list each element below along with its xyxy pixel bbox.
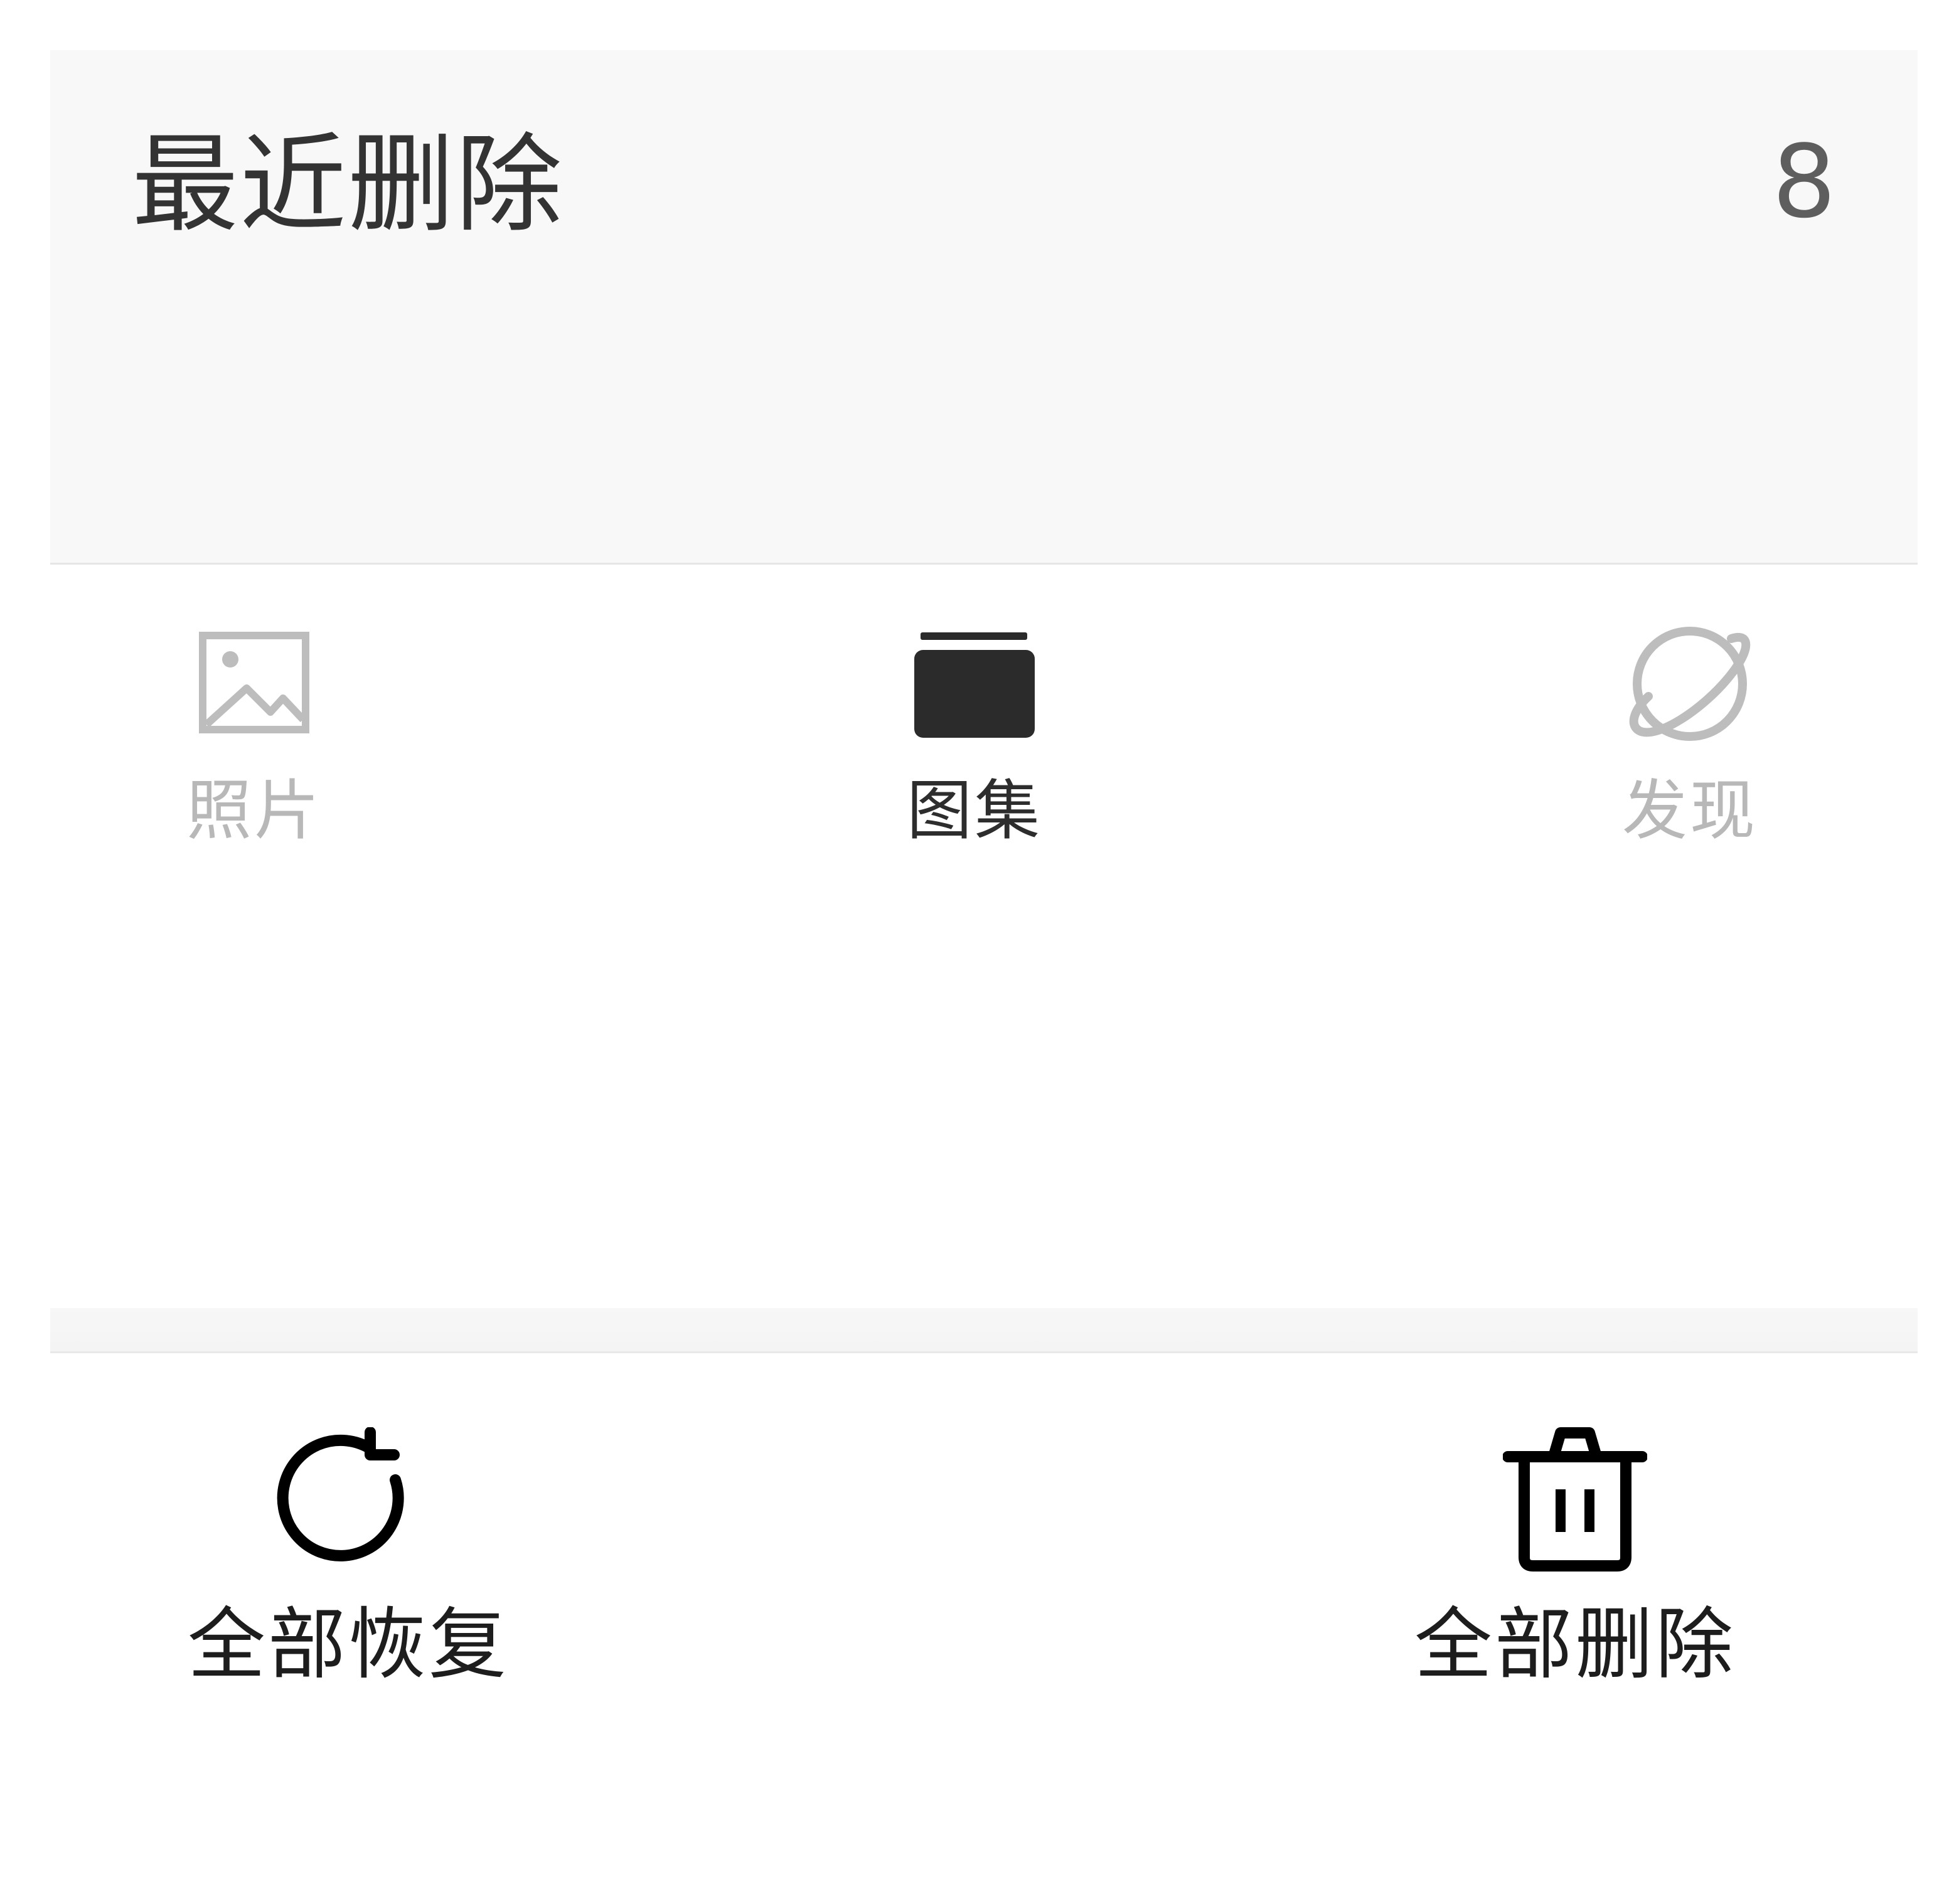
- album-header: 最近删除 8: [50, 50, 1918, 565]
- delete-all-button[interactable]: 全部删除: [1387, 1424, 1763, 1688]
- image-icon: [185, 615, 323, 753]
- action-toolbar: 全部恢复 全部删除: [50, 1355, 1918, 1731]
- trash-icon: [1500, 1424, 1650, 1575]
- tab-discover[interactable]: 发现: [1533, 590, 1847, 878]
- toolbar-divider: [50, 1308, 1918, 1353]
- album-count: 8: [1772, 123, 1836, 240]
- album-title: 最近删除: [132, 123, 564, 247]
- restore-all-button[interactable]: 全部恢复: [160, 1424, 537, 1688]
- delete-all-label: 全部删除: [1414, 1600, 1736, 1690]
- tab-photos[interactable]: 照片: [97, 590, 411, 878]
- recently-deleted-screen: 最近删除 8 照片 图集 发现 全部恢复 全部删除: [0, 0, 1949, 1904]
- tab-bar: 照片 图集 发现: [50, 590, 1918, 903]
- tab-photos-label: 照片: [186, 772, 322, 849]
- restore-all-label: 全部恢复: [187, 1600, 509, 1690]
- tab-discover-label: 发现: [1621, 772, 1758, 849]
- refresh-icon: [273, 1424, 424, 1575]
- tab-albums[interactable]: 图集: [818, 590, 1131, 878]
- planet-icon: [1621, 615, 1759, 753]
- tab-albums-label: 图集: [906, 772, 1042, 849]
- album-stack-icon: [905, 615, 1044, 753]
